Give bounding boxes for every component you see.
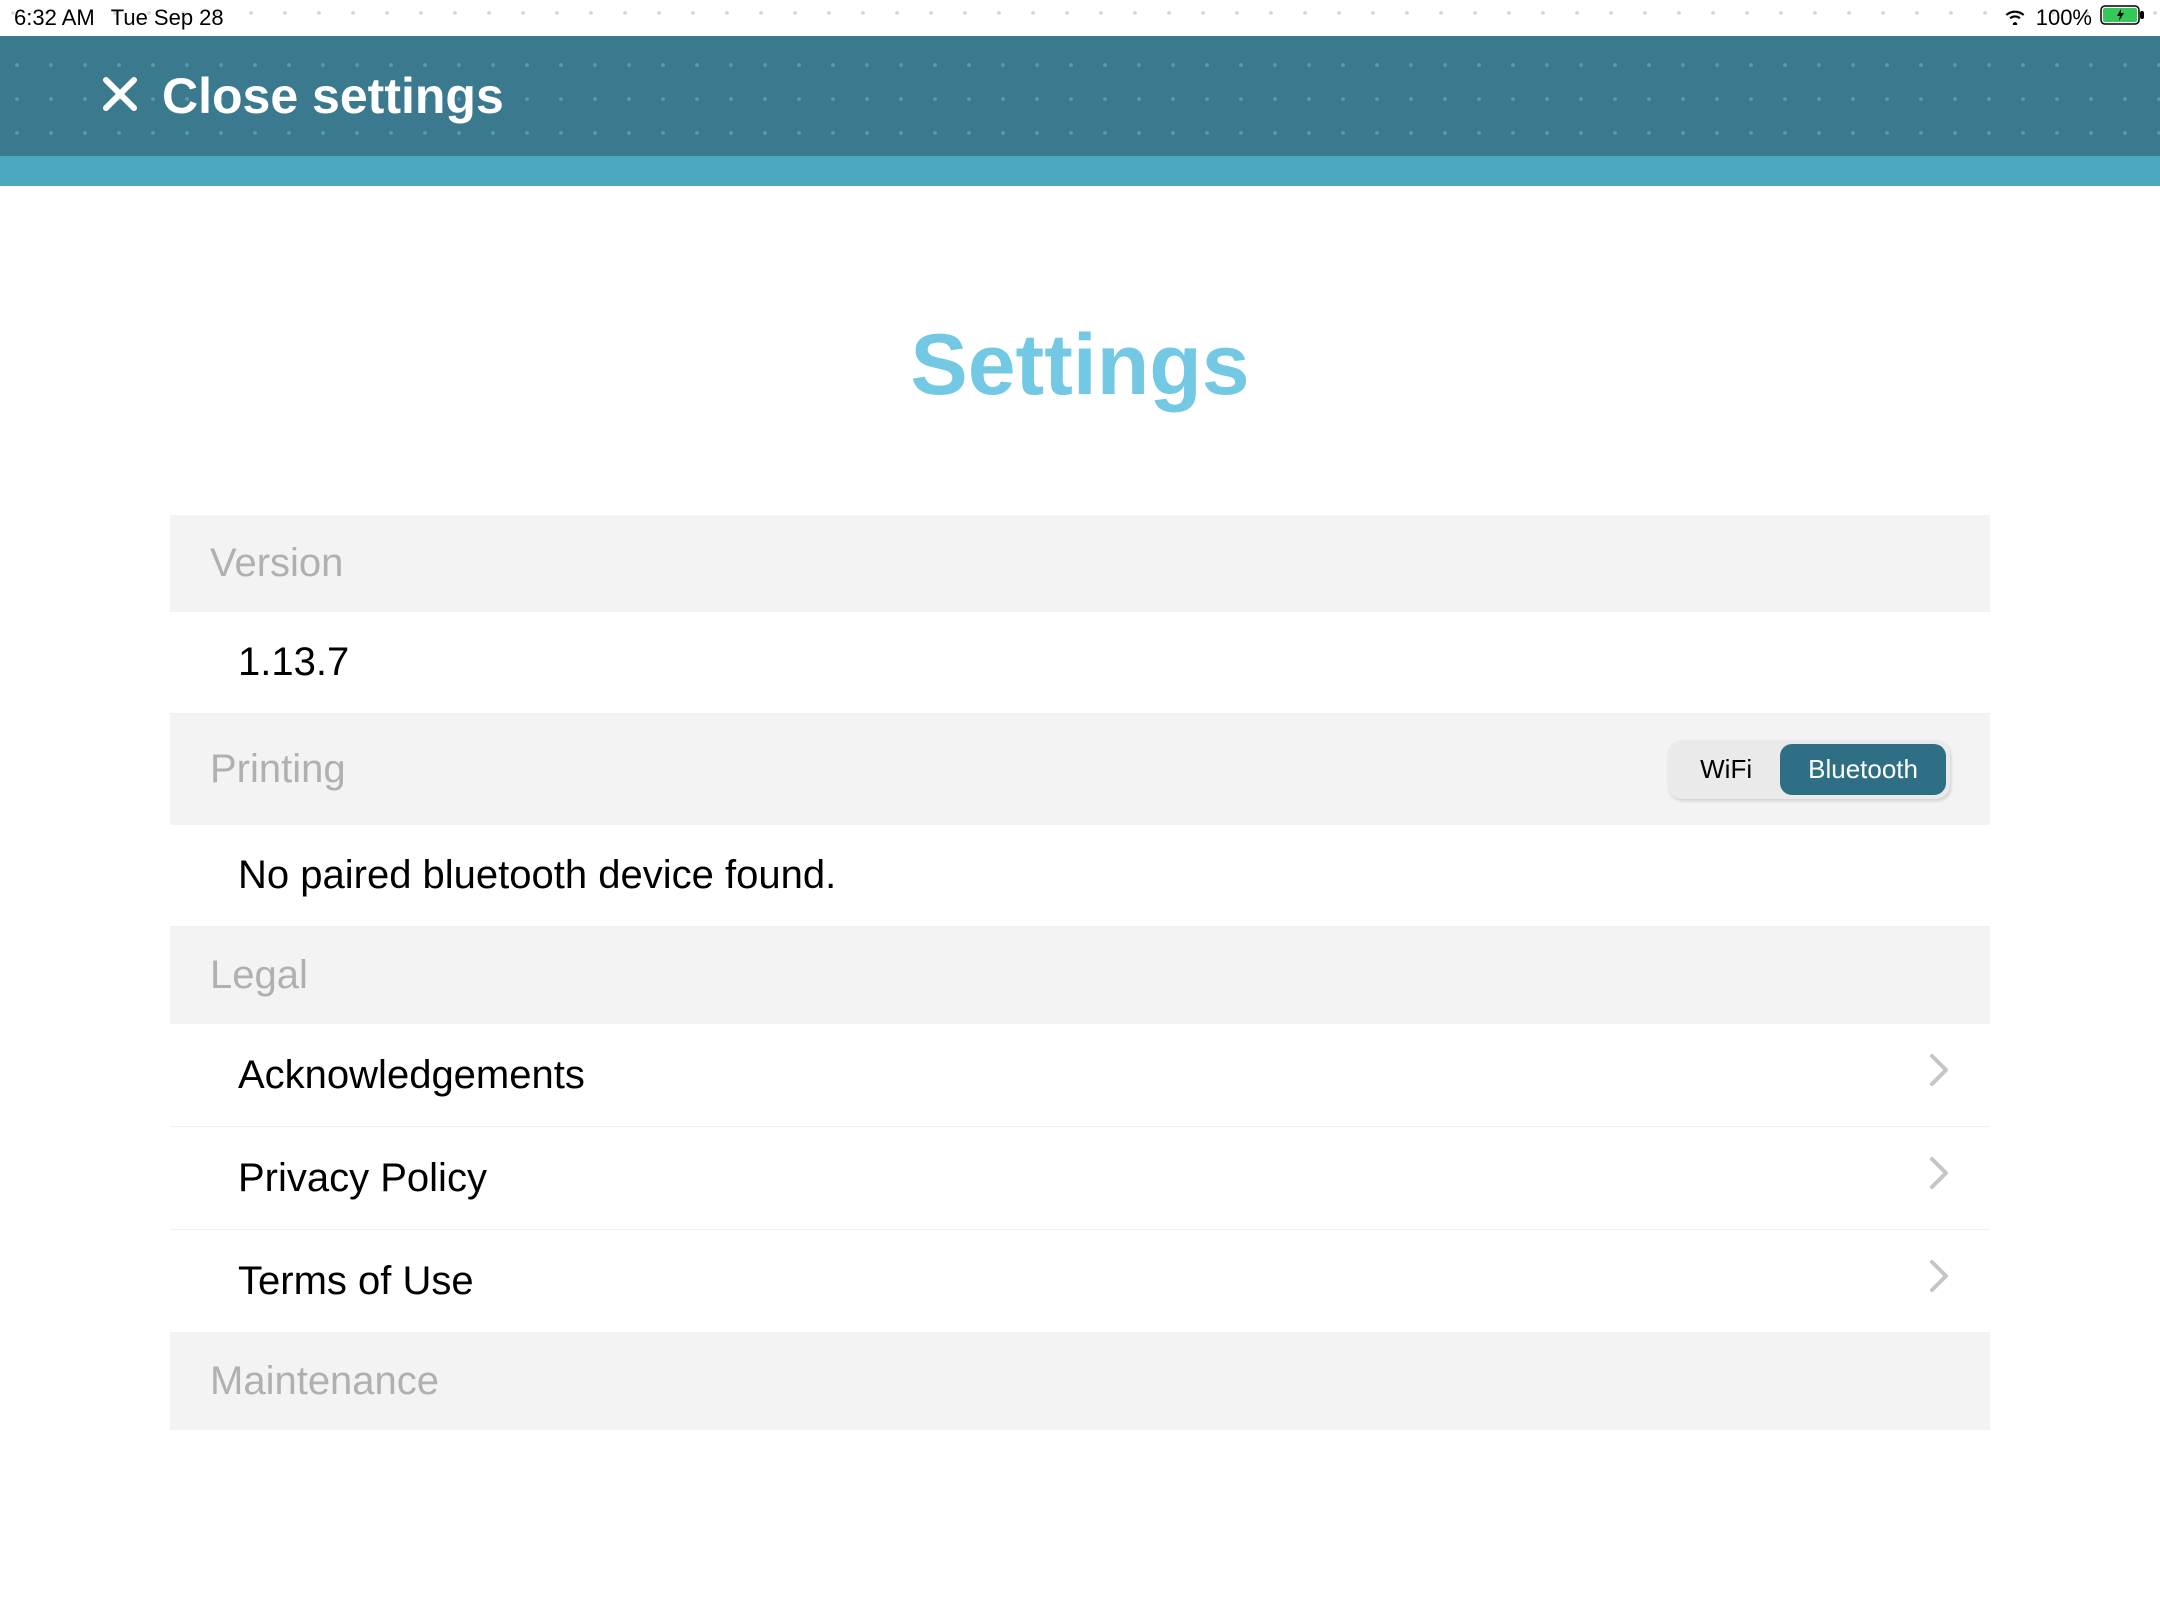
chevron-right-icon xyxy=(1928,1052,1950,1098)
close-icon xyxy=(100,74,140,119)
status-time: 6:32 AM xyxy=(14,5,95,31)
header-bar: Close settings xyxy=(0,36,2160,156)
printing-status-row: No paired bluetooth device found. xyxy=(170,825,1990,927)
legal-row-acknowledgements[interactable]: Acknowledgements xyxy=(170,1024,1990,1127)
section-header-label: Version xyxy=(210,541,343,586)
legal-row-privacy[interactable]: Privacy Policy xyxy=(170,1127,1990,1230)
segment-bluetooth[interactable]: Bluetooth xyxy=(1780,744,1946,795)
version-value: 1.13.7 xyxy=(238,640,349,685)
version-row: 1.13.7 xyxy=(170,612,1990,714)
status-bar: 6:32 AM Tue Sep 28 100% xyxy=(0,0,2160,36)
accent-strip xyxy=(0,156,2160,186)
section-header-label: Printing xyxy=(210,747,346,792)
status-date: Tue Sep 28 xyxy=(111,5,224,31)
list-item-label: Terms of Use xyxy=(238,1259,474,1304)
legal-row-terms[interactable]: Terms of Use xyxy=(170,1230,1990,1333)
settings-content: Settings Version 1.13.7 Printing WiFi Bl… xyxy=(170,186,1990,1430)
chevron-right-icon xyxy=(1928,1155,1950,1201)
list-item-label: Privacy Policy xyxy=(238,1156,487,1201)
segment-wifi[interactable]: WiFi xyxy=(1672,744,1780,795)
page-title: Settings xyxy=(170,316,1990,415)
section-header-printing: Printing WiFi Bluetooth xyxy=(170,714,1990,825)
close-settings-label: Close settings xyxy=(162,67,504,125)
section-header-label: Legal xyxy=(210,953,308,998)
list-item-label: Acknowledgements xyxy=(238,1053,585,1098)
wifi-icon xyxy=(2002,5,2028,31)
printing-mode-segmented[interactable]: WiFi Bluetooth xyxy=(1668,740,1950,799)
chevron-right-icon xyxy=(1928,1258,1950,1304)
battery-icon xyxy=(2100,4,2146,32)
section-header-legal: Legal xyxy=(170,927,1990,1024)
section-header-label: Maintenance xyxy=(210,1359,439,1404)
section-header-version: Version xyxy=(170,515,1990,612)
section-header-maintenance: Maintenance xyxy=(170,1333,1990,1430)
close-settings-button[interactable]: Close settings xyxy=(100,67,504,125)
printing-status-text: No paired bluetooth device found. xyxy=(238,853,836,898)
battery-percent: 100% xyxy=(2036,5,2092,31)
